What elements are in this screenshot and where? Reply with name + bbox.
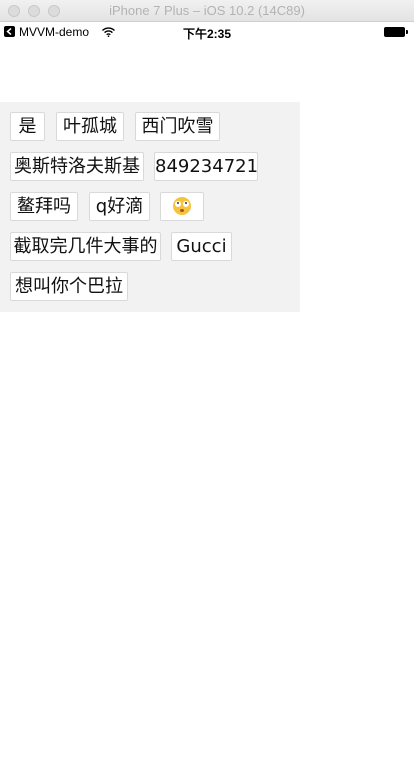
tag-item[interactable]: 849234721 [154, 152, 258, 181]
battery-icon [384, 27, 408, 37]
tag-item-emoji[interactable] [160, 192, 204, 221]
tag-item[interactable]: 叶孤城 [56, 112, 124, 141]
tag-item[interactable]: 鳌拜吗 [10, 192, 78, 221]
status-time: 下午2:35 [182, 27, 232, 41]
window-title: iPhone 7 Plus – iOS 10.2 (14C89) [109, 3, 305, 18]
tag-item[interactable]: Gucci [171, 232, 232, 261]
simulator-titlebar: iPhone 7 Plus – iOS 10.2 (14C89) [0, 0, 414, 22]
tag-item[interactable]: 是 [10, 112, 45, 141]
ios-status-bar: MVVM-demo 下午2:35 [0, 22, 414, 42]
tag-item[interactable]: q好滴 [89, 192, 150, 221]
tag-cloud-panel: 是 叶孤城 西门吹雪 奥斯特洛夫斯基 849234721 鳌拜吗 q好滴 截取完… [0, 102, 300, 312]
tag-item[interactable]: 西门吹雪 [135, 112, 220, 141]
tag-item[interactable]: 奥斯特洛夫斯基 [10, 152, 144, 181]
tag-item[interactable]: 想叫你个巴拉 [10, 272, 128, 301]
rolling-eyes-emoji-icon [173, 196, 191, 215]
tag-item[interactable]: 截取完几件大事的 [10, 232, 161, 261]
